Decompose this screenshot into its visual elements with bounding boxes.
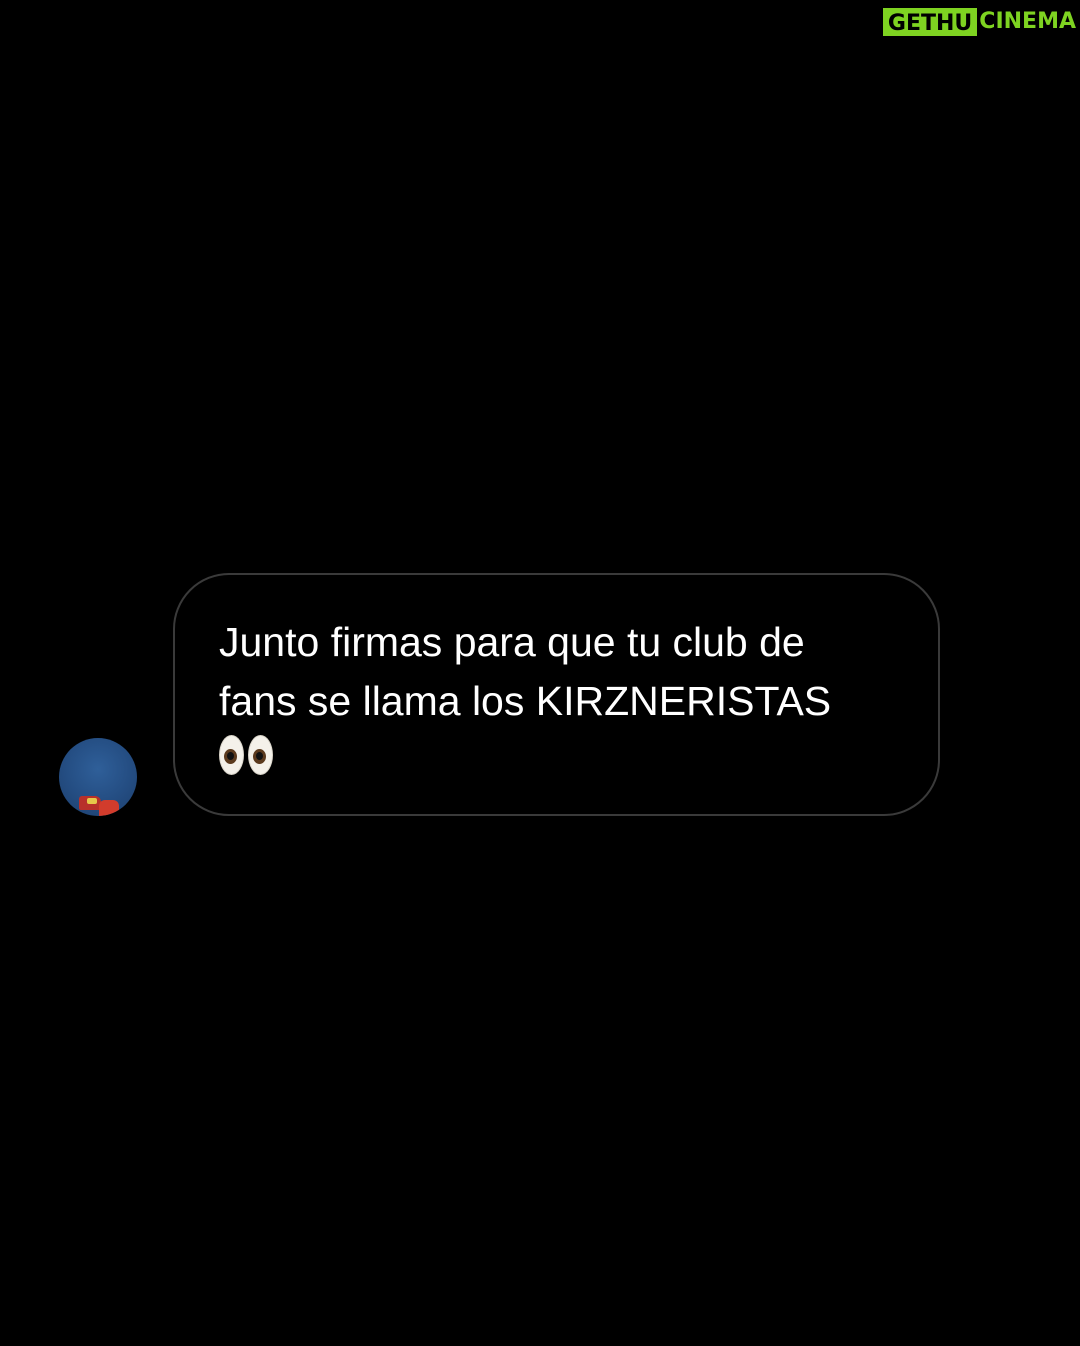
message-row: Junto firmas para que tu club de fans se… (0, 573, 1080, 818)
message-bubble[interactable]: Junto firmas para que tu club de fans se… (173, 573, 940, 816)
watermark-logo: GETHU CINEMA (882, 8, 1076, 36)
avatar-detail (87, 798, 97, 804)
watermark-part2: CINEMA (979, 9, 1076, 34)
sender-avatar[interactable] (59, 738, 137, 816)
eye-right-icon (248, 735, 273, 775)
message-text: Junto firmas para que tu club de fans se… (219, 619, 832, 724)
eyes-emoji-icon (219, 735, 898, 775)
watermark-part1: GETHU (882, 8, 978, 36)
eye-left-icon (219, 735, 244, 775)
avatar-detail (99, 800, 119, 816)
